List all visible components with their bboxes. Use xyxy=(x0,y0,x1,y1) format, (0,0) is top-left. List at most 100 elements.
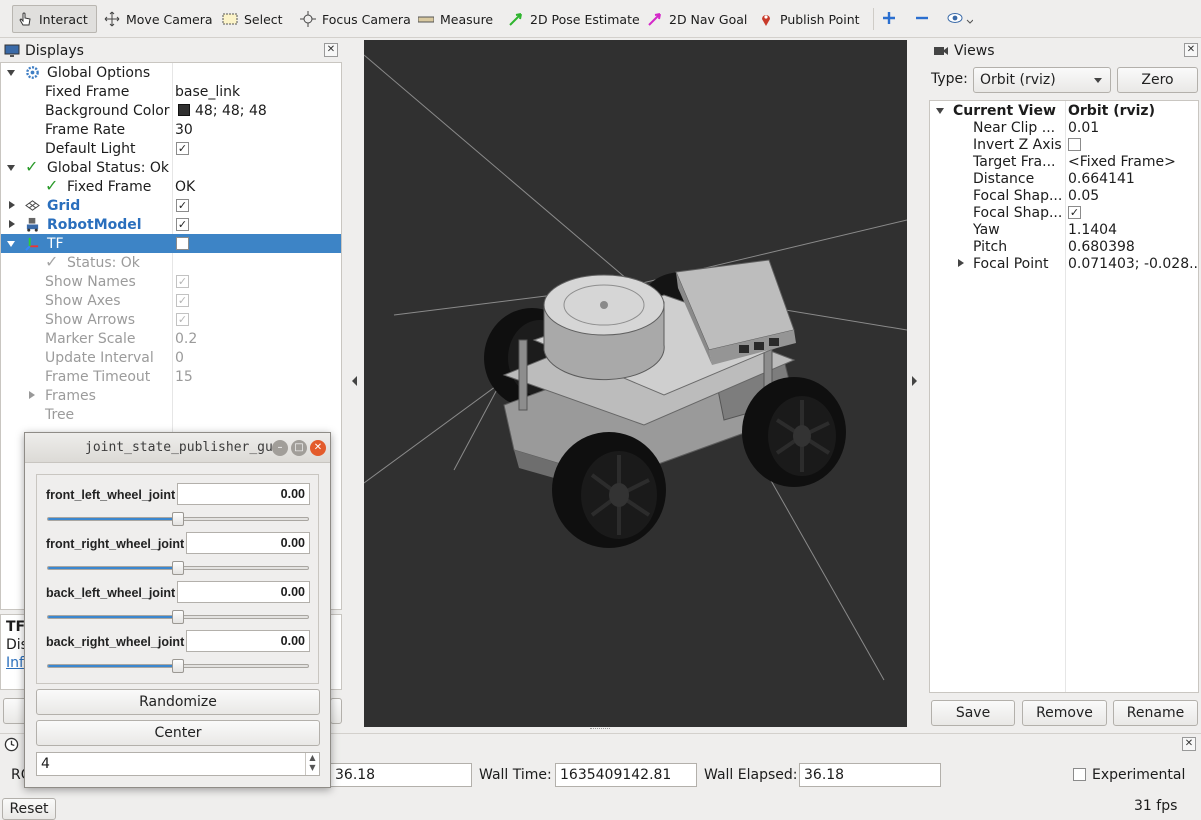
rename-display-button[interactable] xyxy=(330,698,342,724)
joint-state-publisher-window[interactable]: joint_state_publisher_gui – □ ✕ front_le… xyxy=(24,432,331,788)
randomize-button[interactable]: Randomize xyxy=(36,689,320,715)
publish-point-tool-button[interactable]: Publish Point xyxy=(754,5,864,33)
joint-slider[interactable] xyxy=(47,561,309,575)
slider-handle[interactable] xyxy=(172,610,184,624)
slider-handle[interactable] xyxy=(172,512,184,526)
focal-shape-size-value[interactable]: 0.05 xyxy=(1068,188,1099,204)
collapse-arrow-icon[interactable] xyxy=(29,391,35,399)
jsp-titlebar[interactable]: joint_state_publisher_gui – □ ✕ xyxy=(25,433,330,463)
visibility-eye-icon[interactable] xyxy=(947,10,974,26)
tree-row-update-interval[interactable]: Update Interval 0 xyxy=(1,348,341,367)
tree-row-global-status[interactable]: ✓ Global Status: Ok xyxy=(1,157,341,177)
expand-arrow-icon[interactable] xyxy=(7,70,15,76)
target-frame-value[interactable]: <Fixed Frame> xyxy=(1068,154,1176,170)
viewport-splitter-handle[interactable] xyxy=(590,728,610,731)
fixed-frame-value[interactable]: base_link xyxy=(175,84,240,100)
spin-arrows-icon[interactable]: ▲ ▼ xyxy=(305,753,319,775)
maximize-window-icon[interactable]: □ xyxy=(291,440,307,456)
joint-slider[interactable] xyxy=(47,659,309,673)
color-swatch[interactable] xyxy=(178,104,190,116)
rename-view-button[interactable]: Rename xyxy=(1113,700,1198,726)
view-row-focal-point[interactable]: Focal Point 0.071403; -0.028... xyxy=(930,254,1198,273)
focus-camera-tool-button[interactable]: Focus Camera xyxy=(296,5,415,33)
center-button[interactable]: Center xyxy=(36,720,320,746)
collapse-arrow-icon[interactable] xyxy=(9,220,15,228)
show-names-checkbox[interactable]: ✓ xyxy=(176,275,189,288)
tree-row-global-options[interactable]: Global Options xyxy=(1,63,341,82)
experimental-checkbox[interactable] xyxy=(1073,768,1086,781)
tree-row-background-color[interactable]: Background Color 48; 48; 48 xyxy=(1,101,341,120)
joint-value-field[interactable]: 0.00 xyxy=(177,483,310,505)
marker-scale-value[interactable]: 0.2 xyxy=(175,331,197,347)
interact-tool-button[interactable]: Interact xyxy=(12,5,97,33)
wall-time-field[interactable]: 1635409142.81 xyxy=(555,763,697,787)
show-axes-checkbox[interactable]: ✓ xyxy=(176,294,189,307)
2d-pose-estimate-tool-button[interactable]: 2D Pose Estimate xyxy=(504,5,644,33)
tree-row-show-names[interactable]: Show Names ✓ xyxy=(1,272,341,291)
show-arrows-checkbox[interactable]: ✓ xyxy=(176,313,189,326)
update-interval-value[interactable]: 0 xyxy=(175,350,184,366)
robot-model-enabled-checkbox[interactable]: ✓ xyxy=(176,218,189,231)
collapse-arrow-icon[interactable] xyxy=(958,259,964,267)
remove-tool-minus-icon[interactable] xyxy=(914,10,930,26)
joint-value-field[interactable]: 0.00 xyxy=(177,581,310,603)
tree-row-fixed-frame-status[interactable]: ✓ Fixed Frame OK xyxy=(1,176,341,196)
tree-row-default-light[interactable]: Default Light ✓ xyxy=(1,139,341,158)
grid-enabled-checkbox[interactable]: ✓ xyxy=(176,199,189,212)
wall-elapsed-field[interactable]: 36.18 xyxy=(799,763,941,787)
zero-view-button[interactable]: Zero xyxy=(1117,67,1198,93)
expand-arrow-icon[interactable] xyxy=(7,241,15,247)
2d-nav-goal-tool-button[interactable]: 2D Nav Goal xyxy=(643,5,751,33)
tree-row-tree[interactable]: Tree xyxy=(1,405,341,424)
collapse-left-arrow-icon[interactable] xyxy=(352,376,357,386)
frame-timeout-value[interactable]: 15 xyxy=(175,369,193,385)
invert-z-checkbox[interactable] xyxy=(1068,138,1081,151)
save-view-button[interactable]: Save xyxy=(931,700,1015,726)
collapse-right-arrow-icon[interactable] xyxy=(912,376,917,386)
focal-shape-fixed-checkbox[interactable]: ✓ xyxy=(1068,206,1081,219)
close-views-icon[interactable]: ✕ xyxy=(1184,43,1198,57)
expand-arrow-icon[interactable] xyxy=(7,165,15,171)
tree-row-robot-model[interactable]: RobotModel ✓ xyxy=(1,215,341,234)
focal-point-value[interactable]: 0.071403; -0.028... xyxy=(1068,256,1198,272)
tree-row-marker-scale[interactable]: Marker Scale 0.2 xyxy=(1,329,341,348)
distance-value[interactable]: 0.664141 xyxy=(1068,171,1135,187)
tree-row-fixed-frame[interactable]: Fixed Frame base_link xyxy=(1,82,341,101)
views-tree[interactable]: Current View Orbit (rviz) Near Clip ... … xyxy=(929,100,1199,693)
close-time-icon[interactable]: ✕ xyxy=(1182,737,1196,751)
expand-arrow-icon[interactable] xyxy=(936,108,944,114)
tree-row-tf[interactable]: TF xyxy=(1,234,341,253)
frame-rate-value[interactable]: 30 xyxy=(175,122,193,138)
default-light-checkbox[interactable]: ✓ xyxy=(176,142,189,155)
near-clip-value[interactable]: 0.01 xyxy=(1068,120,1099,136)
tree-row-frames[interactable]: Frames xyxy=(1,386,341,405)
tree-row-frame-rate[interactable]: Frame Rate 30 xyxy=(1,120,341,139)
minimize-window-icon[interactable]: – xyxy=(272,440,288,456)
close-window-icon[interactable]: ✕ xyxy=(310,440,326,456)
move-camera-tool-button[interactable]: Move Camera xyxy=(100,5,217,33)
select-tool-button[interactable]: Select xyxy=(218,5,287,33)
background-color-value[interactable]: 48; 48; 48 xyxy=(195,103,267,119)
tree-row-show-axes[interactable]: Show Axes ✓ xyxy=(1,291,341,310)
description-link[interactable]: Inf xyxy=(6,655,24,671)
joint-slider[interactable] xyxy=(47,610,309,624)
yaw-value[interactable]: 1.1404 xyxy=(1068,222,1117,238)
3d-render-viewport[interactable] xyxy=(364,40,907,727)
tree-row-show-arrows[interactable]: Show Arrows ✓ xyxy=(1,310,341,329)
tf-enabled-checkbox[interactable] xyxy=(176,237,189,250)
slider-handle[interactable] xyxy=(172,561,184,575)
joint-value-field[interactable]: 0.00 xyxy=(186,532,310,554)
close-displays-icon[interactable]: ✕ xyxy=(324,43,338,57)
view-type-select[interactable]: Orbit (rviz) xyxy=(973,67,1111,93)
slider-handle[interactable] xyxy=(172,659,184,673)
tree-row-frame-timeout[interactable]: Frame Timeout 15 xyxy=(1,367,341,386)
ros-elapsed-field[interactable]: 36.18 xyxy=(330,763,472,787)
remove-view-button[interactable]: Remove xyxy=(1022,700,1107,726)
joint-slider[interactable] xyxy=(47,512,309,526)
joint-value-field[interactable]: 0.00 xyxy=(186,630,310,652)
measure-tool-button[interactable]: Measure xyxy=(414,5,497,33)
column-count-spinbox[interactable]: 4 ▲ ▼ xyxy=(36,752,320,776)
collapse-arrow-icon[interactable] xyxy=(9,201,15,209)
pitch-value[interactable]: 0.680398 xyxy=(1068,239,1135,255)
add-tool-plus-icon[interactable] xyxy=(881,10,897,26)
